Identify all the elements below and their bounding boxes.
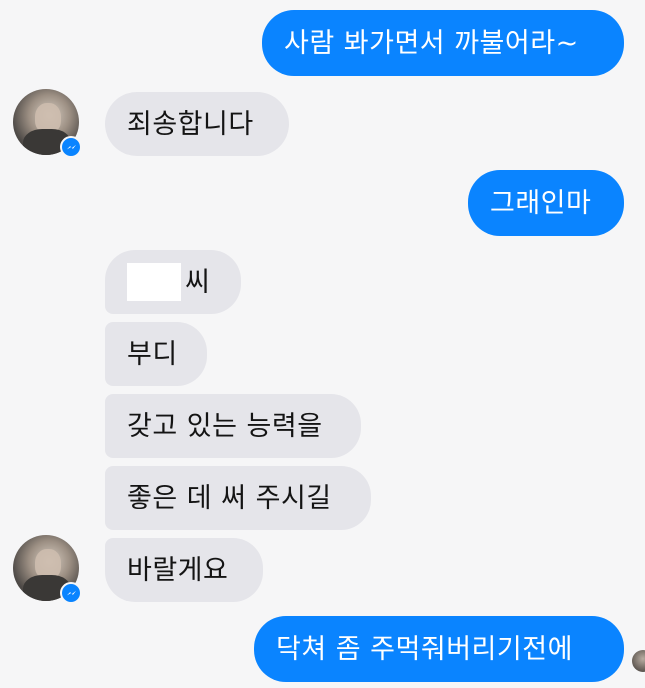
message-bubble-outgoing[interactable]: 사람 봐가면서 까불어라~: [262, 10, 624, 76]
message-text: 부디: [127, 338, 178, 370]
messenger-icon: [66, 590, 76, 595]
message-bubble-incoming[interactable]: 씨: [105, 250, 241, 314]
message-bubble-incoming[interactable]: 갖고 있는 능력을: [105, 394, 361, 458]
message-bubble-incoming[interactable]: 죄송합니다: [105, 92, 289, 156]
messenger-icon: [66, 144, 76, 149]
seen-avatar-icon: [632, 650, 645, 672]
messenger-badge-icon: [60, 136, 82, 158]
message-text: 닥쳐 좀 주먹줘버리기전에: [276, 633, 573, 665]
message-text: 좋은 데 써 주시길: [127, 482, 332, 514]
message-bubble-outgoing[interactable]: 닥쳐 좀 주먹줘버리기전에: [254, 616, 624, 682]
message-text: 그래인마: [490, 187, 592, 219]
message-bubble-incoming[interactable]: 바랄게요: [105, 538, 263, 602]
message-text: 갖고 있는 능력을: [127, 410, 323, 442]
message-text: 바랄게요: [127, 554, 229, 586]
message-bubble-incoming[interactable]: 좋은 데 써 주시길: [105, 466, 371, 530]
chat-thread: 사람 봐가면서 까불어라~ 죄송합니다 그래인마 씨 부디 갖고 있는 능력을 …: [0, 0, 645, 688]
message-bubble-outgoing[interactable]: 그래인마: [468, 170, 624, 236]
message-text: 씨: [185, 266, 211, 298]
message-bubble-incoming[interactable]: 부디: [105, 322, 207, 386]
message-text: 사람 봐가면서 까불어라~: [284, 27, 579, 59]
redacted-name: [127, 263, 181, 301]
messenger-badge-icon: [60, 582, 82, 604]
message-text: 죄송합니다: [127, 108, 254, 140]
